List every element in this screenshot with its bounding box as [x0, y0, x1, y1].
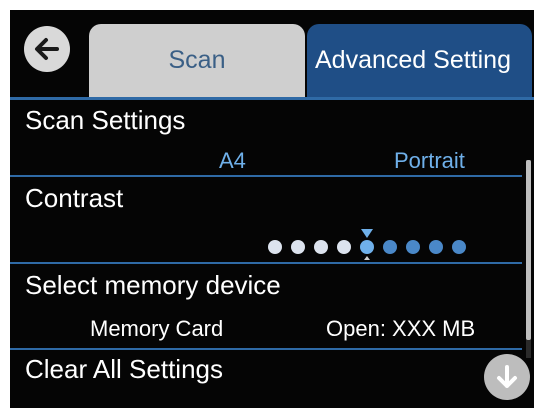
scrollbar-thumb[interactable]	[526, 160, 531, 340]
scan-settings-title: Scan Settings	[25, 105, 186, 135]
scan-size-value: A4	[219, 148, 246, 173]
contrast-marker-icon	[361, 229, 373, 238]
memory-device-value: Memory Card	[90, 316, 224, 341]
contrast-marker-base	[364, 256, 370, 260]
scan-settings-row[interactable]: Scan Settings A4 Portrait	[10, 100, 522, 175]
contrast-dot	[314, 240, 328, 254]
contrast-dot	[360, 240, 374, 254]
memory-open-size: Open: XXX MB	[326, 316, 476, 341]
contrast-dot	[268, 240, 282, 254]
tab-scan[interactable]: Scan	[89, 24, 305, 97]
back-button[interactable]	[24, 26, 70, 72]
scan-orientation-value: Portrait	[394, 148, 465, 173]
contrast-dot	[337, 240, 351, 254]
tab-scan-label: Scan	[168, 46, 226, 74]
contrast-dot	[291, 240, 305, 254]
contrast-dot	[383, 240, 397, 254]
contrast-level-indicator	[268, 229, 478, 263]
clear-settings-title: Clear All Settings	[25, 354, 223, 384]
contrast-dot	[406, 240, 420, 254]
arrow-left-icon	[35, 38, 59, 60]
contrast-title: Contrast	[25, 183, 124, 213]
memory-device-row[interactable]: Select memory device Memory Card Open: X…	[10, 264, 522, 348]
contrast-dot	[452, 240, 466, 254]
arrow-down-icon	[497, 365, 517, 388]
tab-advanced-settings-label: Advanced Setting	[315, 46, 511, 74]
contrast-dot	[429, 240, 443, 254]
scroll-down-button[interactable]	[484, 354, 530, 400]
clear-settings-row[interactable]: Clear All Settings	[10, 350, 522, 408]
printer-panel: Scan Advanced Setting Scan Settings A4 P…	[10, 10, 534, 408]
memory-device-title: Select memory device	[25, 270, 281, 300]
tab-advanced-settings[interactable]: Advanced Setting	[307, 24, 532, 97]
